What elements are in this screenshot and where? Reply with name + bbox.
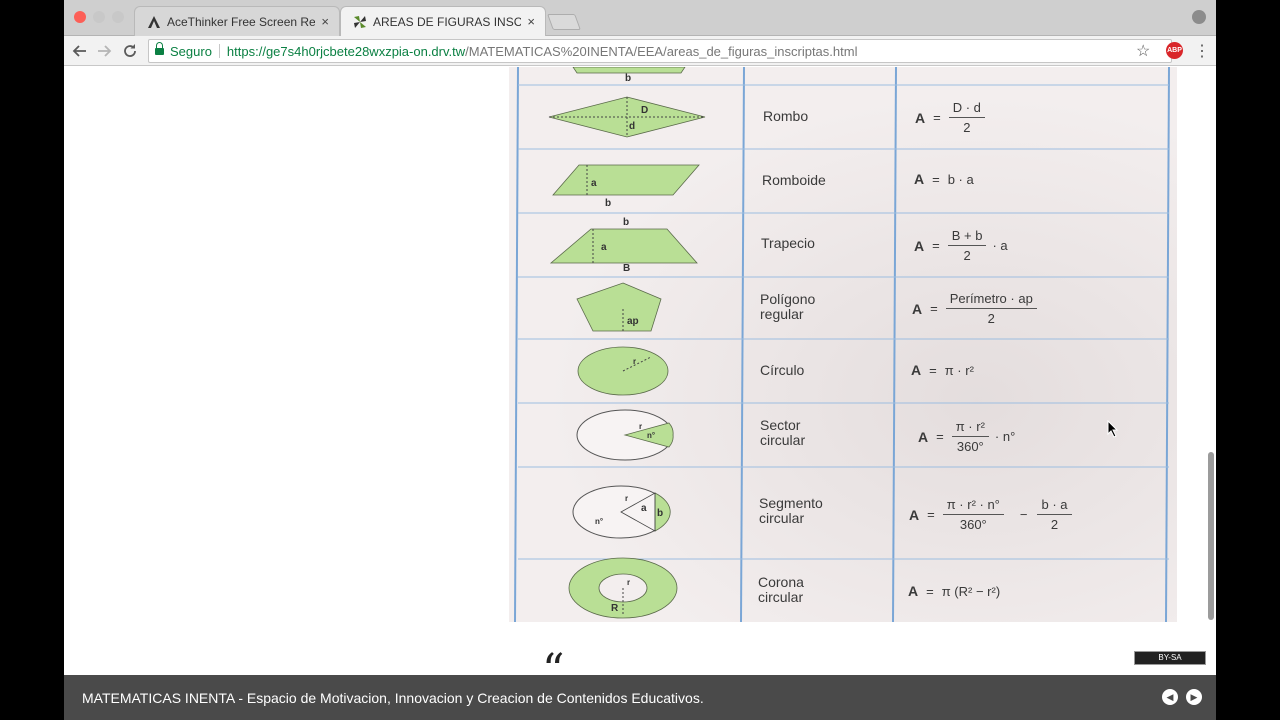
tab-title: AceThinker Free Screen Recor	[167, 14, 316, 29]
back-icon[interactable]	[70, 41, 90, 61]
pinwheel-icon	[354, 15, 366, 28]
figure-label: B	[623, 263, 630, 274]
lock-icon	[155, 41, 164, 57]
close-window-button[interactable]	[74, 11, 86, 23]
formula-segmento: A = π · r² · n° 360° − b · a 2	[909, 497, 1078, 532]
new-tab-button[interactable]	[547, 14, 581, 30]
row-label-circulo: Círculo	[760, 362, 805, 378]
chevron-left-icon[interactable]: ◀	[1162, 689, 1178, 705]
annulus-figure	[568, 557, 678, 619]
figure-label: n°	[595, 517, 603, 526]
figure-label: r	[627, 578, 630, 587]
areas-table-figures: b D d a b b a B ap r r n° r n° a b r R	[514, 67, 1170, 622]
maximize-window-button[interactable]	[112, 11, 124, 23]
figure-label: b	[605, 198, 611, 209]
page-scrollbar[interactable]	[1206, 67, 1216, 675]
profile-icon[interactable]	[1192, 10, 1206, 24]
reload-icon[interactable]	[120, 41, 140, 61]
acethinker-icon	[148, 15, 160, 28]
formula-sector: A = π · r² 360° · n°	[918, 419, 1016, 454]
sector-figure	[576, 409, 674, 461]
tab-acethinker[interactable]: AceThinker Free Screen Recor ×	[134, 6, 340, 36]
creative-commons-badge[interactable]: BY-SA	[1134, 651, 1206, 665]
row-label-segmento: Segmento circular	[759, 495, 823, 526]
formula-corona: A = π (R² − r²)	[908, 583, 1001, 599]
address-bar[interactable]: Seguro https://ge7s4h0rjcbete28wxzpia-on…	[148, 39, 1172, 63]
chevron-right-icon[interactable]: ▶	[1186, 689, 1202, 705]
row-label-poligono: Polígono regular	[760, 291, 816, 322]
close-tab-icon[interactable]: ×	[527, 14, 535, 29]
browser-window: AceThinker Free Screen Recor × AREAS DE …	[64, 0, 1216, 720]
row-label-sector: Sector circular	[760, 417, 806, 448]
tab-areas-de-figuras[interactable]: AREAS DE FIGURAS INSCRIPTA ×	[340, 6, 546, 36]
row-label-rombo: Rombo	[763, 108, 809, 124]
bookmark-star-icon[interactable]: ☆	[1136, 41, 1150, 61]
formula-circulo: A = π · r²	[911, 362, 974, 378]
divider	[218, 44, 220, 58]
pentagon-figure	[576, 282, 662, 332]
rhomboid-figure	[552, 164, 700, 196]
figure-label: a	[601, 242, 607, 253]
forward-icon[interactable]	[94, 41, 114, 61]
circle-figure	[577, 346, 669, 396]
site-footer: MATEMATICAS INENTA - Espacio de Motivaci…	[64, 675, 1216, 720]
formula-poligono: A = Perímetro · ap 2	[912, 291, 1043, 326]
row-label-corona: Corona circular	[758, 574, 804, 605]
url-path: /MATEMATICAS%20INENTA/EEA/areas_de_figur…	[465, 43, 858, 59]
figure-label: r	[625, 494, 628, 503]
page-content: b D d a b b a B ap r r n° r n° a b r R R…	[64, 67, 1216, 693]
figure-label: b	[625, 73, 631, 84]
figure-label: ap	[627, 316, 639, 327]
formula-rombo: A = D · d 2	[915, 100, 991, 135]
segment-figure	[572, 485, 671, 539]
footer-text: MATEMATICAS INENTA - Espacio de Motivaci…	[82, 690, 704, 706]
figure-label: r	[633, 357, 636, 366]
rhombus-figure	[548, 96, 706, 138]
figure-label: a	[641, 503, 647, 514]
row-label-romboide: Romboide	[762, 172, 826, 188]
scrollbar-thumb[interactable]	[1208, 452, 1214, 620]
row-label-trapecio: Trapecio	[761, 235, 815, 251]
browser-toolbar: Seguro https://ge7s4h0rjcbete28wxzpia-on…	[64, 36, 1216, 66]
secure-label: Seguro	[170, 43, 212, 59]
figure-label: n°	[647, 431, 655, 440]
mouse-cursor-icon	[1107, 420, 1119, 438]
formula-romboide: A = b · a	[914, 171, 974, 187]
figure-label: b	[657, 508, 663, 519]
figure-label: d	[629, 121, 635, 132]
tab-title: AREAS DE FIGURAS INSCRIPTA	[373, 14, 522, 29]
menu-icon[interactable]: ⋮	[1194, 41, 1210, 61]
formula-trapecio: A = B + b 2 · a	[914, 228, 1008, 263]
figure-label: a	[591, 178, 597, 189]
minimize-window-button[interactable]	[93, 11, 105, 23]
trapezoid-figure	[549, 228, 698, 264]
areas-table-image: b D d a b b a B ap r r n° r n° a b r R R…	[509, 67, 1177, 622]
figure-label: D	[641, 105, 648, 116]
url-host: https://ge7s4h0rjcbete28wxzpia-on.drv.tw	[226, 43, 466, 59]
close-tab-icon[interactable]: ×	[321, 14, 329, 29]
figure-label: r	[639, 422, 642, 431]
figure-label: R	[611, 603, 619, 614]
figure-label: b	[623, 217, 629, 228]
tab-bar: AceThinker Free Screen Recor × AREAS DE …	[64, 0, 1216, 36]
adblock-plus-icon[interactable]: ABP	[1166, 42, 1183, 59]
